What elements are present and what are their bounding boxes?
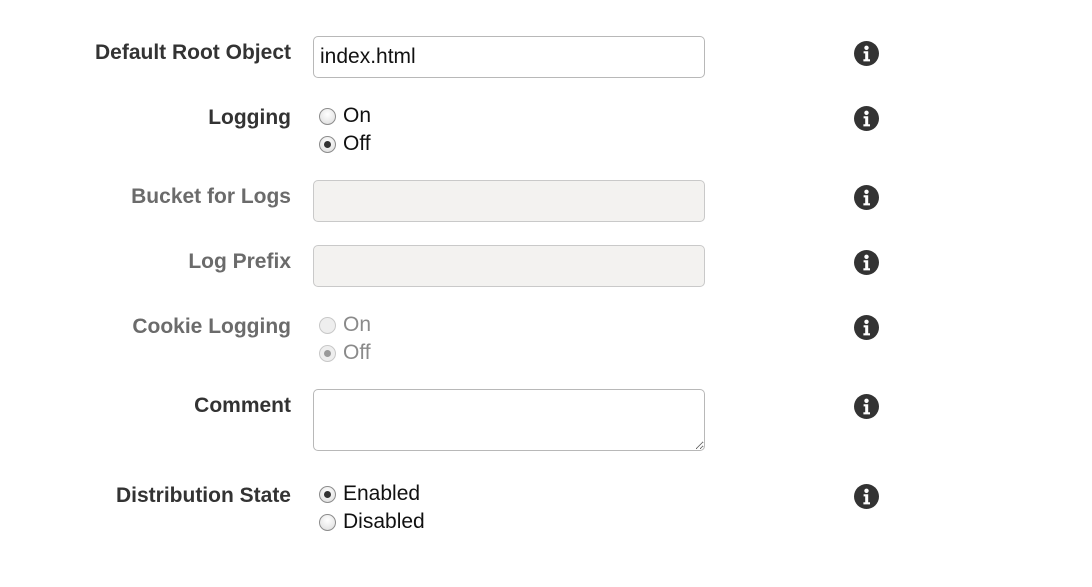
default-root-object-label: Default Root Object [94, 41, 291, 64]
default-root-object-info-icon[interactable] [854, 41, 879, 66]
distribution-state-disabled-label: Disabled [343, 510, 425, 533]
logging-off-label: Off [343, 132, 371, 155]
distribution-state-disabled-option[interactable]: Disabled [319, 509, 425, 535]
distribution-settings-form: Default Root Object Logging On Off Bucke… [0, 0, 1092, 587]
cookie-logging-on-radio[interactable] [319, 316, 336, 334]
cookie-logging-off-option[interactable]: Off [319, 340, 371, 366]
logging-on-radio[interactable] [319, 107, 336, 125]
bucket-for-logs-info-icon[interactable] [854, 185, 879, 210]
cookie-logging-off-label: Off [343, 341, 371, 364]
cookie-logging-off-radio[interactable] [319, 344, 336, 362]
logging-on-option[interactable]: On [319, 103, 371, 129]
distribution-state-enabled-radio[interactable] [319, 485, 336, 503]
distribution-state-label: Distribution State [115, 484, 291, 507]
cookie-logging-info-icon[interactable] [854, 315, 879, 340]
log-prefix-input[interactable] [313, 245, 705, 287]
comment-textarea[interactable] [313, 389, 705, 451]
cookie-logging-label: Cookie Logging [132, 315, 291, 338]
log-prefix-info-icon[interactable] [854, 250, 879, 275]
distribution-state-info-icon[interactable] [854, 484, 879, 509]
logging-label: Logging [208, 106, 291, 129]
distribution-state-enabled-label: Enabled [343, 482, 421, 505]
cookie-logging-on-label: On [343, 313, 372, 336]
default-root-object-input[interactable] [313, 36, 705, 78]
distribution-state-disabled-radio[interactable] [319, 513, 336, 531]
distribution-state-enabled-option[interactable]: Enabled [319, 481, 420, 507]
logging-off-option[interactable]: Off [319, 131, 371, 157]
logging-on-label: On [343, 104, 372, 127]
comment-label: Comment [194, 394, 291, 417]
log-prefix-label: Log Prefix [188, 250, 291, 273]
comment-info-icon[interactable] [854, 394, 879, 419]
cookie-logging-on-option[interactable]: On [319, 312, 371, 338]
bucket-for-logs-input[interactable] [313, 180, 705, 222]
bucket-for-logs-label: Bucket for Logs [131, 185, 291, 208]
logging-off-radio[interactable] [319, 135, 336, 153]
logging-info-icon[interactable] [854, 106, 879, 131]
